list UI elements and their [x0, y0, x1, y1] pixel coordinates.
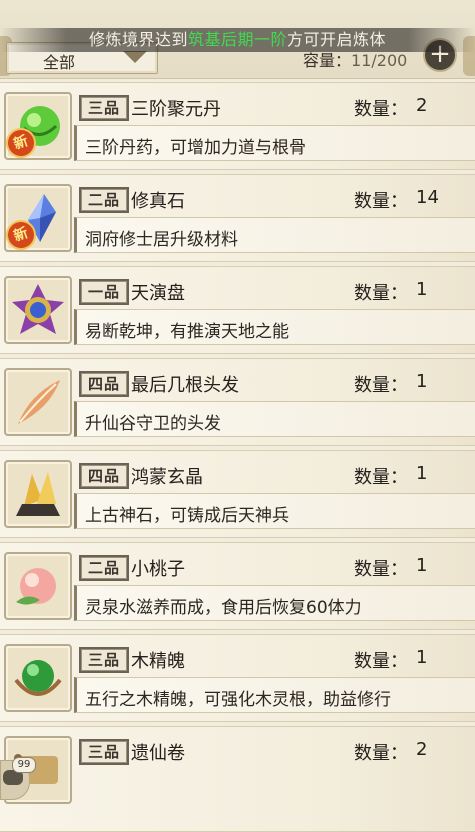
filter-label: 全部 — [43, 53, 76, 72]
item-desc: 灵泉水滋养而成，食用后恢复60体力 — [85, 598, 362, 618]
item-qty-label: 数量： — [354, 467, 408, 488]
item-qty-label: 数量： — [354, 375, 408, 396]
peach-icon — [16, 568, 56, 605]
item-icon-frame — [4, 276, 72, 344]
chevron-down-icon — [123, 51, 147, 63]
item-icon-frame — [4, 460, 72, 528]
chat-unread-badge: 99 — [12, 757, 36, 773]
item-desc-box: 五行之木精魄，可强化木灵根，助益修行 — [74, 677, 475, 713]
inventory-item[interactable]: 新 三品 三阶聚元丹 数量： 2 三阶丹药，可增加力道与根骨 — [0, 82, 475, 170]
item-qty: 14 — [416, 187, 439, 208]
item-grade: 二品 — [79, 187, 129, 213]
item-qty: 1 — [416, 555, 428, 576]
notice-text-after: 方可开启炼体 — [287, 30, 387, 49]
item-qty-label: 数量： — [354, 99, 408, 120]
inventory-item[interactable]: 一品 天演盘 数量： 1 易断乾坤，有推演天地之能 — [0, 266, 475, 354]
inventory-item[interactable]: 二品 小桃子 数量： 1 灵泉水滋养而成，食用后恢复60体力 — [0, 542, 475, 630]
inventory-item[interactable]: 四品 鸿蒙玄晶 数量： 1 上古神石，可铸成后天神兵 — [0, 450, 475, 538]
item-desc: 升仙谷守卫的头发 — [85, 414, 221, 434]
item-desc-box: 上古神石，可铸成后天神兵 — [74, 493, 475, 529]
item-icon-frame — [4, 644, 72, 712]
item-grade: 三品 — [79, 95, 129, 121]
realm-requirement-notice: 修炼境界达到筑基后期一阶方可开启炼体 — [0, 28, 475, 52]
inventory-item[interactable]: 新 二品 修真石 数量： 14 洞府修士居升级材料 — [0, 174, 475, 262]
item-qty: 2 — [416, 739, 428, 760]
notice-highlight: 筑基后期一阶 — [187, 30, 287, 49]
item-desc-box: 升仙谷守卫的头发 — [74, 401, 475, 437]
item-name: 三阶聚元丹 — [131, 99, 221, 120]
item-desc-box: 易断乾坤，有推演天地之能 — [74, 309, 475, 345]
item-desc: 易断乾坤，有推演天地之能 — [85, 322, 289, 342]
notice-text-before: 修炼境界达到 — [88, 30, 188, 49]
item-desc: 洞府修士居升级材料 — [85, 230, 238, 250]
item-desc: 三阶丹药，可增加力道与根骨 — [85, 138, 306, 158]
item-name: 木精魄 — [131, 651, 185, 672]
inventory-item[interactable]: 四品 最后几根头发 数量： 1 升仙谷守卫的头发 — [0, 358, 475, 446]
item-desc: 五行之木精魄，可强化木灵根，助益修行 — [85, 690, 391, 710]
item-name: 小桃子 — [131, 559, 185, 580]
item-grade: 一品 — [79, 279, 129, 305]
item-icon-frame: 新 — [4, 184, 72, 252]
capacity-label: 容量： — [303, 51, 352, 70]
item-grade: 四品 — [79, 463, 129, 489]
item-qty: 1 — [416, 647, 428, 668]
gold-crystal-icon — [16, 472, 60, 516]
item-icon-frame — [4, 368, 72, 436]
green-orb-icon — [14, 660, 62, 696]
item-name: 遗仙卷 — [131, 743, 185, 764]
inventory-item[interactable]: 三品 木精魄 数量： 1 五行之木精魄，可强化木灵根，助益修行 — [0, 634, 475, 722]
item-qty-label: 数量： — [354, 651, 408, 672]
item-desc-box: 三阶丹药，可增加力道与根骨 — [74, 125, 475, 161]
item-name: 最后几根头发 — [131, 375, 239, 396]
item-qty: 2 — [416, 95, 428, 116]
inventory-header: 全部 容量：11/200 + 修炼境界达到筑基后期一阶方可开启炼体 — [0, 0, 475, 79]
item-qty: 1 — [416, 463, 428, 484]
item-qty-label: 数量： — [354, 283, 408, 304]
item-qty-label: 数量： — [354, 743, 408, 764]
item-name: 天演盘 — [131, 283, 185, 304]
item-qty: 1 — [416, 279, 428, 300]
item-grade: 二品 — [79, 555, 129, 581]
item-name: 修真石 — [131, 191, 185, 212]
item-qty: 1 — [416, 371, 428, 392]
purple-disc-icon — [12, 284, 64, 334]
item-desc-box: 灵泉水滋养而成，食用后恢复60体力 — [74, 585, 475, 621]
item-desc: 上古神石，可铸成后天神兵 — [85, 506, 289, 526]
item-grade: 三品 — [79, 739, 129, 765]
item-name: 鸿蒙玄晶 — [131, 467, 203, 488]
capacity-value: 11/200 — [351, 51, 408, 70]
item-qty-label: 数量： — [354, 191, 408, 212]
item-icon-frame — [4, 552, 72, 620]
inventory-item[interactable]: 三品 遗仙卷 数量： 2 — [0, 726, 475, 832]
item-icon-frame: 新 — [4, 92, 72, 160]
item-qty-label: 数量： — [354, 559, 408, 580]
item-desc-box: 洞府修士居升级材料 — [74, 217, 475, 253]
item-grade: 三品 — [79, 647, 129, 673]
item-grade: 四品 — [79, 371, 129, 397]
feather-hair-icon — [18, 380, 60, 424]
